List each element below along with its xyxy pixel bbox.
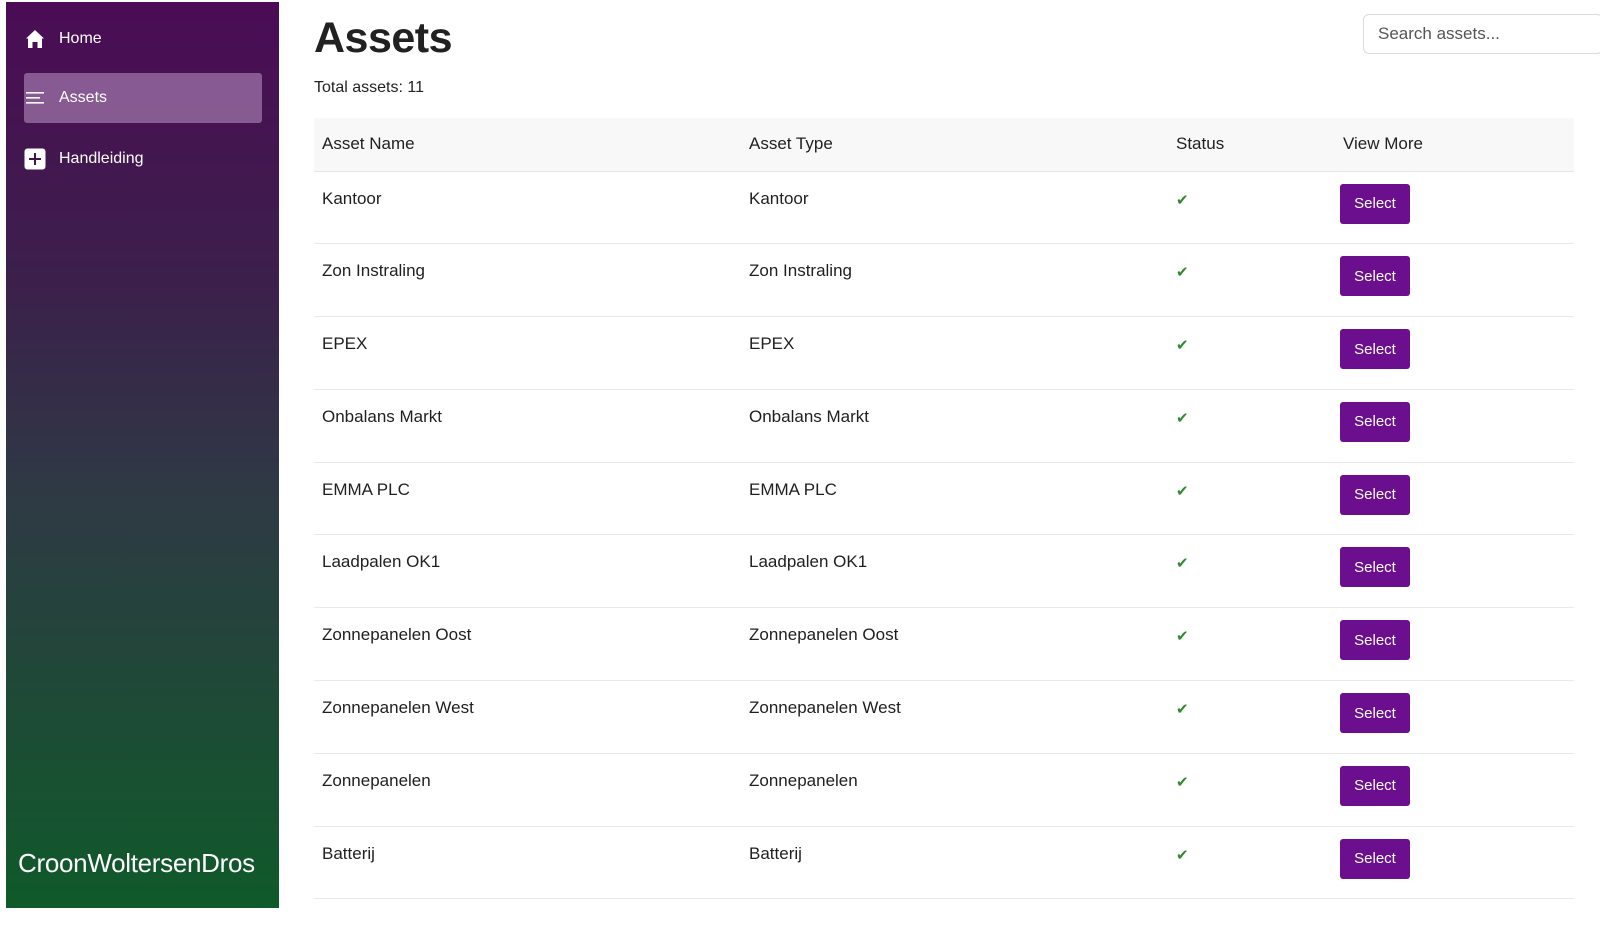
- asset-name-cell: Laadpalen OK1: [322, 552, 441, 572]
- column-header-asset-type[interactable]: Asset Type: [741, 118, 1168, 172]
- check-icon: ✔: [1176, 409, 1189, 427]
- check-icon: ✔: [1176, 482, 1189, 500]
- view-more-cell: Select: [1335, 317, 1574, 390]
- status-cell: ✔: [1168, 171, 1335, 244]
- column-header-asset-name[interactable]: Asset Name: [314, 118, 741, 172]
- sidebar-item-label: Handleiding: [59, 150, 144, 167]
- status-cell: ✔: [1168, 462, 1335, 535]
- select-button[interactable]: Select: [1340, 183, 1410, 224]
- asset-type-cell: Zon Instraling: [749, 261, 852, 281]
- column-header-view-more[interactable]: View More: [1335, 118, 1574, 172]
- table-row: Zon Instraling Zon Instraling ✔ Select: [314, 244, 1574, 317]
- status-cell: ✔: [1168, 535, 1335, 608]
- sidebar-item-label: Assets: [59, 89, 108, 106]
- check-icon: ✔: [1176, 191, 1189, 209]
- select-button[interactable]: Select: [1340, 329, 1410, 370]
- asset-name-cell: Batterij: [322, 843, 375, 863]
- status-cell: ✔: [1168, 753, 1335, 826]
- select-button[interactable]: Select: [1340, 256, 1410, 297]
- select-button[interactable]: Select: [1340, 693, 1410, 734]
- check-icon: ✔: [1176, 701, 1189, 719]
- view-more-cell: Select: [1335, 244, 1574, 317]
- table-row: Onbalans Markt Onbalans Markt ✔ Select: [314, 389, 1574, 463]
- app-root: Home Assets Handleiding CroonWoltersenDr…: [0, 0, 1600, 932]
- assets-table-wrapper: Asset Name Asset Type Status View More K…: [314, 118, 1574, 899]
- check-icon: ✔: [1176, 555, 1189, 573]
- search-input[interactable]: [1363, 14, 1600, 54]
- sidebar: Home Assets Handleiding CroonWoltersenDr…: [6, 2, 279, 908]
- asset-type-cell: Laadpalen OK1: [749, 552, 868, 572]
- check-icon: ✔: [1176, 628, 1189, 646]
- asset-type-cell: Kantoor: [749, 188, 809, 208]
- check-icon: ✔: [1176, 773, 1189, 791]
- total-assets-count: Total assets: 11: [314, 79, 424, 96]
- table-row: Zonnepanelen Oost Zonnepanelen Oost ✔ Se…: [314, 608, 1574, 681]
- status-cell: ✔: [1168, 681, 1335, 754]
- asset-name-cell: EPEX: [322, 334, 368, 354]
- view-more-cell: Select: [1335, 535, 1574, 608]
- view-more-cell: Select: [1335, 462, 1574, 535]
- view-more-cell: Select: [1335, 753, 1574, 826]
- asset-name-cell: Zon Instraling: [322, 261, 425, 281]
- check-icon: ✔: [1176, 846, 1189, 864]
- sidebar-item-assets[interactable]: Assets: [24, 73, 262, 123]
- table-row: Zonnepanelen West Zonnepanelen West ✔ Se…: [314, 681, 1574, 754]
- asset-name-cell: Onbalans Markt: [322, 406, 442, 426]
- asset-type-cell: Zonnepanelen West: [749, 698, 901, 718]
- sidebar-item-label: Home: [59, 30, 102, 47]
- asset-type-cell: Batterij: [749, 843, 802, 863]
- column-header-status[interactable]: Status: [1168, 118, 1335, 172]
- status-cell: ✔: [1168, 389, 1335, 462]
- select-button[interactable]: Select: [1340, 474, 1410, 515]
- status-cell: ✔: [1168, 826, 1335, 899]
- asset-name-cell: Zonnepanelen West: [322, 698, 474, 718]
- main-content: Assets Total assets: 11 Asset Name Asset…: [314, 0, 1600, 932]
- view-more-cell: Select: [1335, 389, 1574, 462]
- select-button[interactable]: Select: [1340, 547, 1410, 588]
- assets-table: Asset Name Asset Type Status View More K…: [314, 118, 1574, 899]
- table-header: Asset Name Asset Type Status View More: [314, 118, 1574, 172]
- asset-type-cell: Zonnepanelen: [749, 770, 858, 790]
- check-icon: ✔: [1176, 337, 1189, 355]
- asset-type-cell: EPEX: [749, 334, 795, 354]
- status-cell: ✔: [1168, 244, 1335, 317]
- select-button[interactable]: Select: [1340, 620, 1410, 661]
- asset-name-cell: Kantoor: [322, 188, 382, 208]
- view-more-cell: Select: [1335, 608, 1574, 681]
- plus-square-icon: [24, 148, 46, 170]
- table-row: Zonnepanelen Zonnepanelen ✔ Select: [314, 753, 1574, 827]
- status-cell: ✔: [1168, 317, 1335, 390]
- view-more-cell: Select: [1335, 681, 1574, 754]
- table-row: Kantoor Kantoor ✔ Select: [314, 171, 1574, 244]
- status-cell: ✔: [1168, 608, 1335, 681]
- view-more-cell: Select: [1335, 826, 1574, 899]
- select-button[interactable]: Select: [1340, 838, 1410, 879]
- table-header-row: Asset Name Asset Type Status View More: [314, 118, 1574, 172]
- list-icon: [24, 87, 46, 109]
- asset-name-cell: Zonnepanelen Oost: [322, 625, 472, 645]
- select-button[interactable]: Select: [1340, 765, 1410, 806]
- table-row: EMMA PLC EMMA PLC ✔ Select: [314, 462, 1574, 535]
- table-row: EPEX EPEX ✔ Select: [314, 317, 1574, 390]
- table-body: Kantoor Kantoor ✔ Select Zon Instraling …: [314, 171, 1574, 899]
- sidebar-item-home[interactable]: Home: [24, 14, 262, 64]
- asset-name-cell: EMMA PLC: [322, 479, 410, 499]
- asset-type-cell: EMMA PLC: [749, 479, 837, 499]
- asset-name-cell: Zonnepanelen: [322, 770, 431, 790]
- home-icon: [24, 28, 46, 50]
- table-row: Batterij Batterij ✔ Select: [314, 826, 1574, 899]
- page-title: Assets: [314, 14, 453, 62]
- table-row: Laadpalen OK1 Laadpalen OK1 ✔ Select: [314, 535, 1574, 608]
- view-more-cell: Select: [1335, 171, 1574, 244]
- asset-type-cell: Zonnepanelen Oost: [749, 625, 899, 645]
- brand-name: CroonWoltersenDros: [18, 848, 255, 878]
- sidebar-item-handleiding[interactable]: Handleiding: [24, 134, 262, 184]
- check-icon: ✔: [1176, 264, 1189, 282]
- select-button[interactable]: Select: [1340, 401, 1410, 442]
- asset-type-cell: Onbalans Markt: [749, 406, 869, 426]
